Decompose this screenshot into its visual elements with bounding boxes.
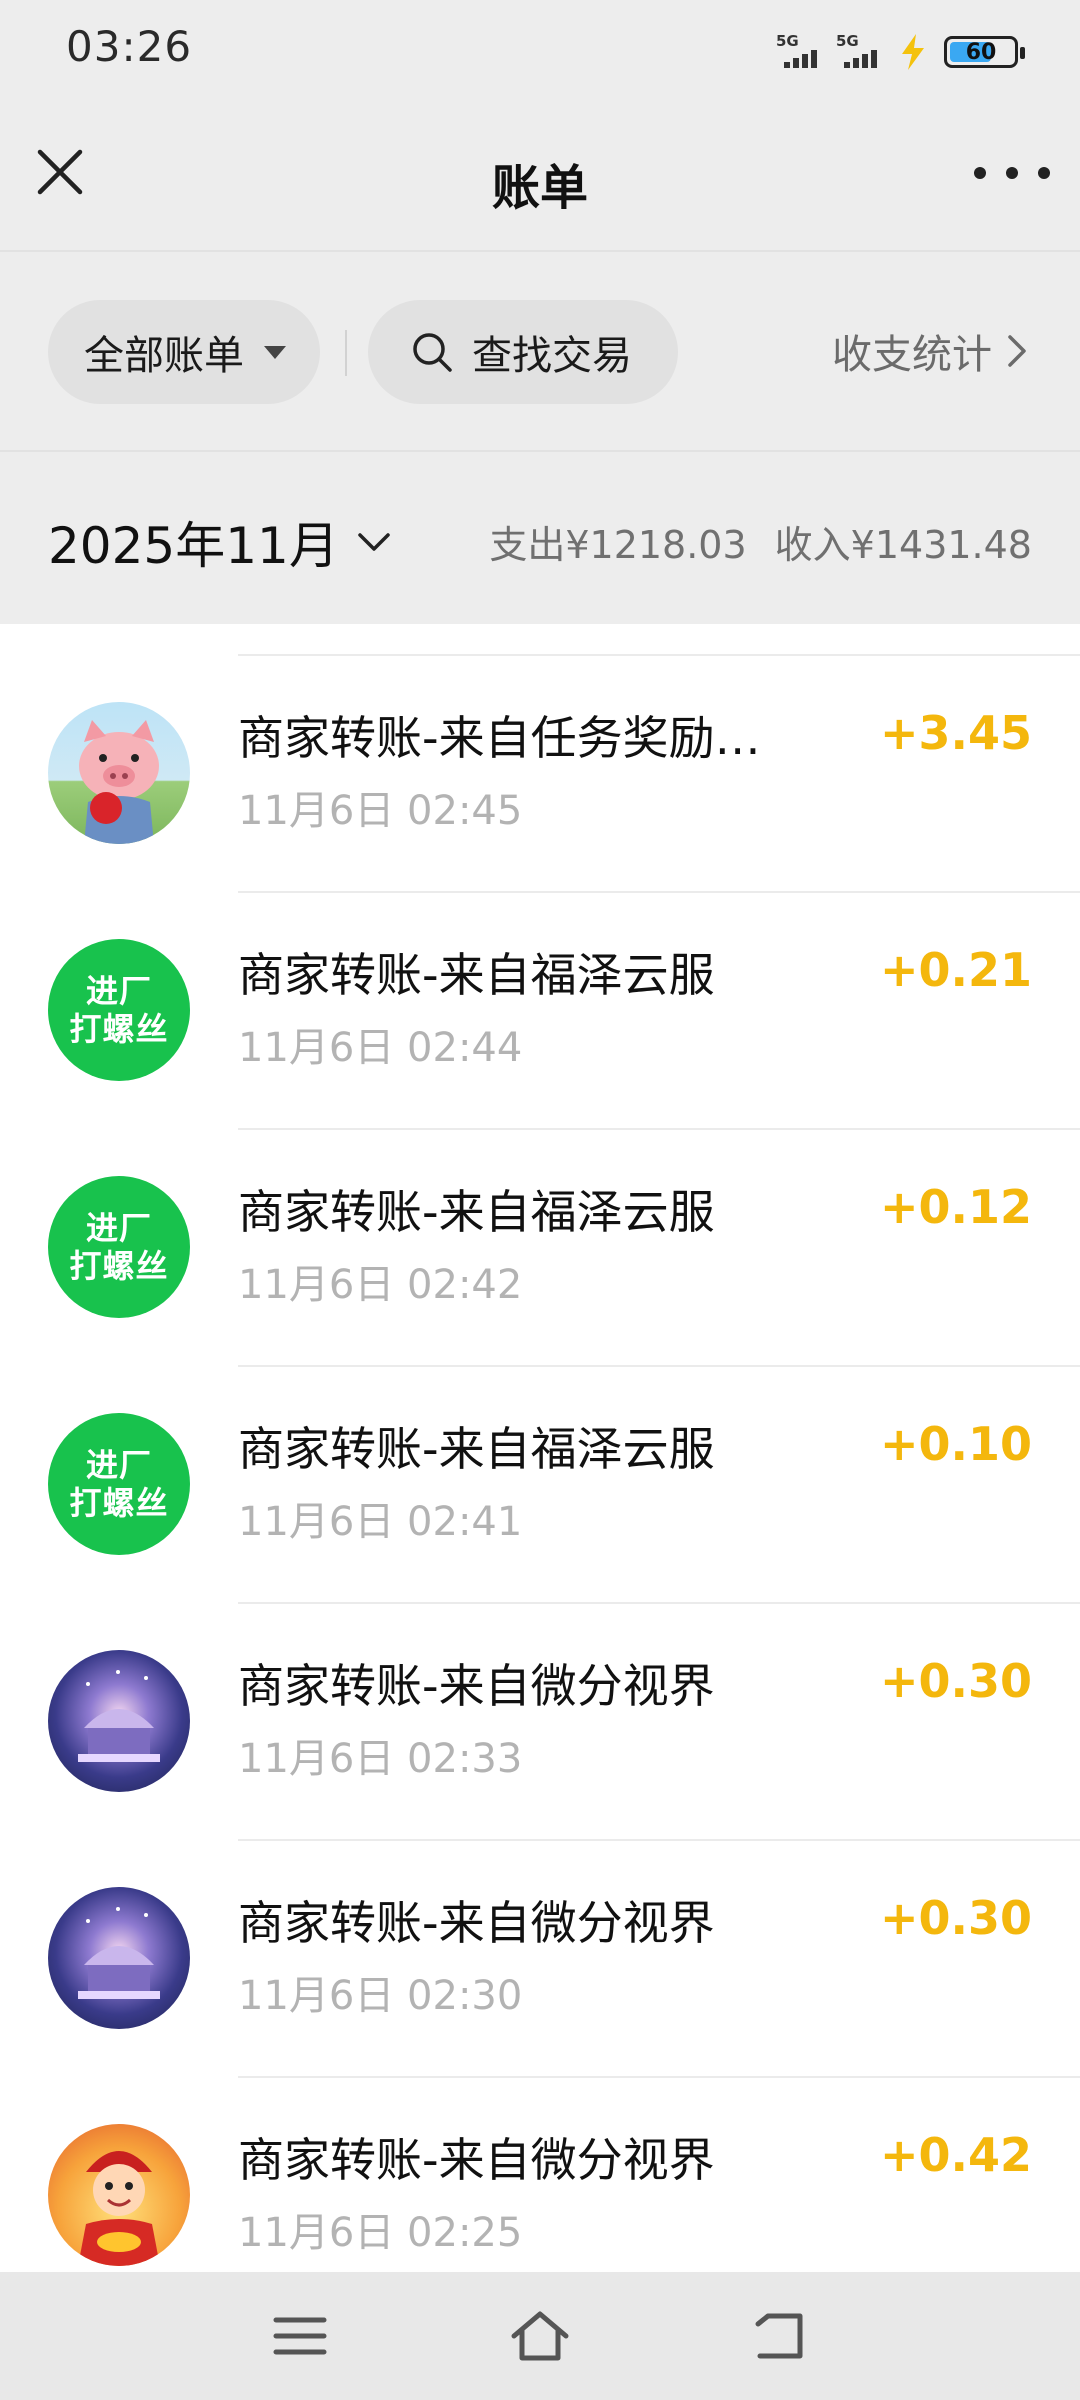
transaction-time: 11月6日 02:45	[238, 788, 523, 834]
list-item[interactable]: 商家转账-来自微分视界 11月6日 02:33 +0.30	[0, 1604, 1080, 1841]
transaction-time: 11月6日 02:25	[238, 2210, 523, 2256]
filter-row: 全部账单 查找交易 收支统计	[0, 252, 1080, 452]
transaction-amount: +0.30	[879, 1654, 1032, 1708]
transaction-title: 商家转账-来自福泽云服	[238, 948, 715, 1002]
list-item[interactable]: 进厂 打螺丝 商家转账-来自福泽云服 11月6日 02:44 +0.21	[0, 893, 1080, 1130]
month-summary: 支出¥1218.03 收入¥1431.48	[489, 514, 1032, 569]
month-label: 2025年11月	[48, 517, 339, 575]
charging-icon	[902, 34, 924, 70]
green-text-avatar: 进厂 打螺丝	[48, 1176, 190, 1318]
green-text-avatar: 进厂 打螺丝	[48, 939, 190, 1081]
nav-bar: 账单	[0, 100, 1080, 252]
transaction-amount: +0.10	[879, 1417, 1032, 1471]
stats-link[interactable]: 收支统计	[832, 322, 1028, 380]
transaction-amount: +3.45	[879, 706, 1032, 760]
battery-icon: 60	[944, 36, 1025, 68]
stats-label: 收支统计	[832, 332, 992, 378]
fortune-god-avatar	[48, 2124, 190, 2266]
signal-icon: 5G	[776, 32, 822, 72]
list-item[interactable]: 商家转账-来自微分视界 11月6日 02:25 +0.42	[0, 2078, 1080, 2272]
transaction-time: 11月6日 02:44	[238, 1025, 523, 1071]
divider	[345, 330, 347, 376]
all-bills-label: 全部账单	[84, 333, 244, 379]
list-item[interactable]: 商家转账-来自微分视界 11月6日 02:30 +0.30	[0, 1841, 1080, 2078]
transaction-amount: +0.42	[879, 2128, 1032, 2182]
status-time: 03:26	[66, 22, 193, 71]
transaction-time: 11月6日 02:30	[238, 1973, 523, 2019]
transaction-title: 商家转账-来自任务奖励…	[238, 711, 761, 765]
transaction-amount: +0.12	[879, 1180, 1032, 1234]
carousel-avatar	[48, 1887, 190, 2029]
chevron-down-icon	[358, 533, 390, 551]
transaction-amount: +0.30	[879, 1891, 1032, 1945]
search-transactions-button[interactable]: 查找交易	[368, 300, 678, 404]
search-label: 查找交易	[472, 333, 632, 379]
home-icon[interactable]	[510, 2308, 570, 2364]
transaction-title: 商家转账-来自微分视界	[238, 2133, 715, 2187]
income-total: 收入¥1431.48	[774, 523, 1032, 567]
chevron-right-icon	[1008, 335, 1026, 367]
all-bills-dropdown[interactable]: 全部账单	[48, 300, 320, 404]
pig-avatar	[48, 702, 190, 844]
list-item[interactable]: 商家转账-来自任务奖励… 11月6日 02:45 +3.45	[0, 656, 1080, 893]
transaction-title: 商家转账-来自福泽云服	[238, 1185, 715, 1239]
system-nav-bar	[0, 2272, 1080, 2400]
page-title: 账单	[491, 160, 588, 216]
transaction-amount: +0.21	[879, 943, 1032, 997]
transaction-title: 商家转账-来自微分视界	[238, 1659, 715, 1713]
transaction-title: 商家转账-来自微分视界	[238, 1896, 715, 1950]
green-text-avatar: 进厂 打螺丝	[48, 1413, 190, 1555]
more-icon[interactable]	[974, 160, 1050, 186]
transaction-list: 商家转账-来自任务奖励… 11月6日 02:45 +3.45 进厂 打螺丝 商家转…	[0, 624, 1080, 2272]
status-icons: 5G 5G 60	[776, 30, 1025, 74]
search-icon	[413, 333, 452, 372]
list-item[interactable]: 进厂 打螺丝 商家转账-来自福泽云服 11月6日 02:41 +0.10	[0, 1367, 1080, 1604]
carousel-avatar	[48, 1650, 190, 1792]
month-selector[interactable]: 2025年11月	[48, 506, 391, 578]
transaction-time: 11月6日 02:42	[238, 1262, 523, 1308]
back-icon[interactable]	[750, 2308, 810, 2364]
status-bar: 03:26 5G 5G 60	[0, 0, 1080, 100]
month-header: 2025年11月 支出¥1218.03 收入¥1431.48	[0, 452, 1080, 624]
signal-icon-2: 5G	[836, 32, 882, 72]
menu-icon[interactable]	[270, 2308, 330, 2364]
expense-total: 支出¥1218.03	[489, 523, 747, 567]
caret-down-icon	[264, 345, 286, 359]
transaction-time: 11月6日 02:33	[238, 1736, 523, 1782]
list-item[interactable]: 进厂 打螺丝 商家转账-来自福泽云服 11月6日 02:42 +0.12	[0, 1130, 1080, 1367]
transaction-time: 11月6日 02:41	[238, 1499, 523, 1545]
transaction-title: 商家转账-来自福泽云服	[238, 1422, 715, 1476]
